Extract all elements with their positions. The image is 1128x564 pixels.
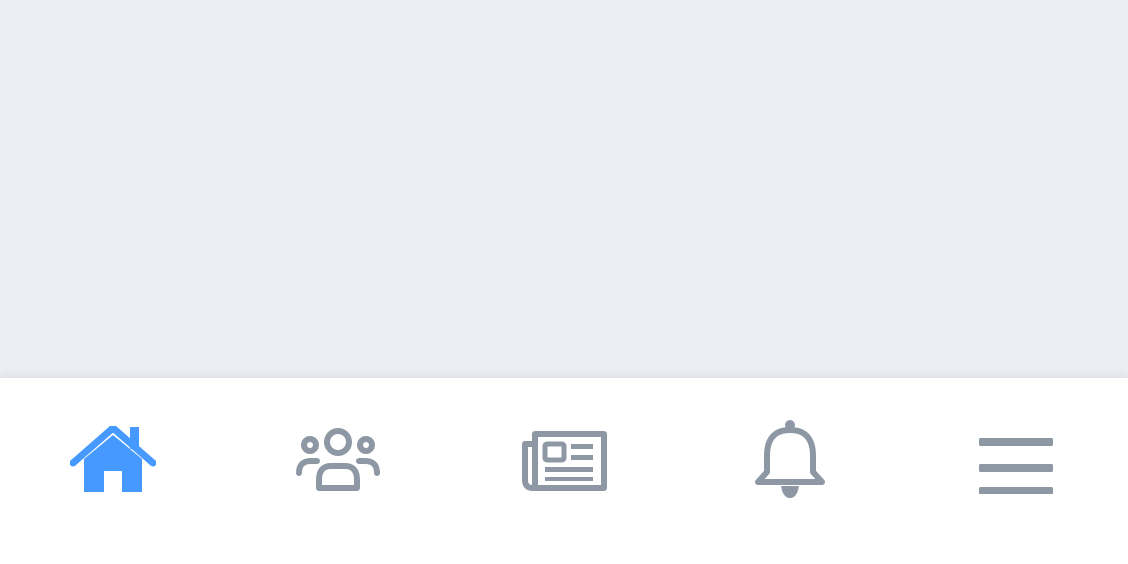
bottom-tab-bar [0, 378, 1128, 564]
tab-news[interactable] [451, 378, 677, 564]
people-group-icon [296, 428, 381, 491]
tab-notifications[interactable] [677, 378, 903, 564]
app-screen [0, 0, 1128, 564]
tab-friends[interactable] [226, 378, 452, 564]
hamburger-menu-icon [979, 438, 1054, 494]
home-icon [69, 426, 156, 492]
bell-icon [754, 420, 825, 498]
tab-home[interactable] [0, 378, 226, 564]
content-area [0, 0, 1128, 378]
tab-menu[interactable] [902, 378, 1128, 564]
newspaper-icon [521, 431, 607, 491]
